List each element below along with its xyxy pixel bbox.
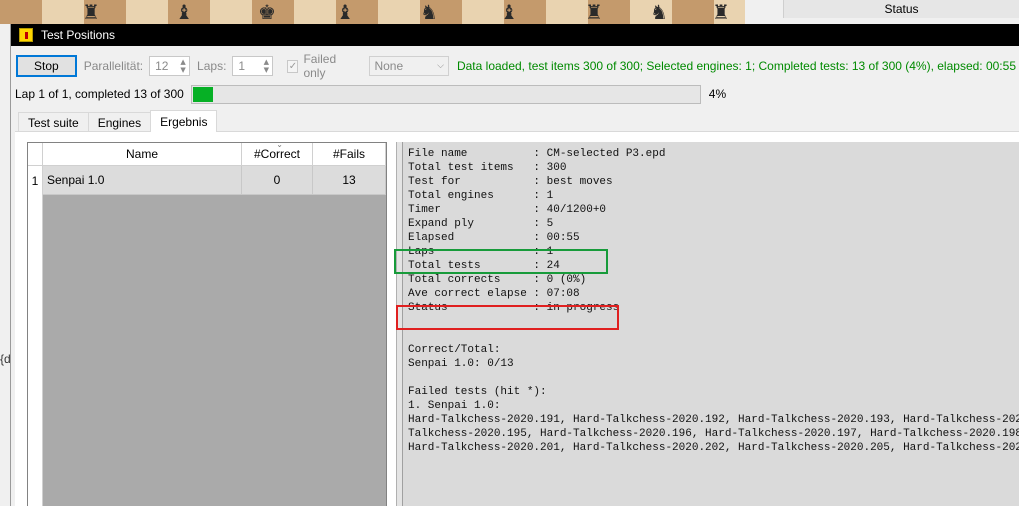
progress-percent: 4% — [708, 87, 727, 101]
grid-corner — [28, 143, 43, 166]
laps-spinbox[interactable]: 1 ▲ ▼ — [232, 56, 274, 76]
stop-button[interactable]: Stop — [16, 55, 77, 77]
status-message: Data loaded, test items 300 of 300; Sele… — [456, 59, 1016, 73]
spin-arrows-icon[interactable]: ▲ ▼ — [177, 57, 189, 75]
progress-fill — [192, 86, 214, 102]
chess-piece-icon: ♜ — [585, 0, 603, 24]
progress-bar — [190, 84, 701, 104]
window-title: Test Positions — [41, 28, 116, 42]
toolbar: Stop Parallelität: 12 ▲ ▼ Laps: 1 ▲ ▼ ✓ Fa… — [16, 52, 1016, 80]
parallel-spinbox[interactable]: 12 ▲ ▼ — [149, 56, 191, 76]
laps-label: Laps: — [197, 59, 227, 73]
parallel-value: 12 — [155, 59, 169, 73]
column-header-fails[interactable]: #Fails — [313, 143, 386, 166]
chevron-down-icon: ⌵ — [437, 61, 444, 71]
cell-engine-name[interactable]: Senpai 1.0 — [43, 166, 242, 195]
report-text: File name : CM-selected P3.epd Total tes… — [408, 148, 1019, 454]
results-grid: Name ⌄ #Correct #Fails 1 Senpai 1.0 0 13 — [27, 140, 387, 506]
progress-row: Lap 1 of 1, completed 13 of 300 4% — [15, 84, 1015, 104]
chess-piece-icon: ♝ — [336, 0, 354, 24]
column-header-name[interactable]: Name ⌄ — [43, 140, 283, 166]
tab-ergebnis[interactable]: Ergebnis — [150, 110, 218, 132]
failed-only-checkbox[interactable]: ✓ — [287, 59, 299, 73]
app-icon — [19, 28, 33, 42]
cell-correct[interactable]: 0 — [242, 166, 313, 195]
grid-row-header-strip — [28, 195, 43, 506]
background-left-edge-text: {d — [0, 352, 11, 366]
title-bar[interactable]: Test Positions — [11, 24, 1019, 46]
chess-piece-icon: ♜ — [82, 0, 100, 24]
combo-value: None — [374, 59, 404, 73]
tab-engines[interactable]: Engines — [87, 112, 152, 132]
tab-strip: Test suite Engines Ergebnis — [18, 110, 218, 132]
test-positions-window: Test Positions Stop Parallelität: 12 ▲ ▼ … — [10, 24, 1019, 506]
laps-value: 1 — [238, 59, 246, 73]
chess-piece-icon: ♝ — [500, 0, 518, 24]
chess-piece-icon: ♞ — [650, 0, 668, 24]
chess-piece-icon: ♜ — [712, 0, 730, 24]
spin-arrows-icon[interactable]: ▲ ▼ — [260, 57, 272, 75]
row-index: 1 — [28, 166, 43, 195]
cell-fails[interactable]: 13 — [313, 166, 386, 195]
ave-correct-elapse-highlight-box — [396, 305, 619, 330]
status-column-header: Status — [783, 0, 1019, 18]
parallel-label: Parallelität: — [83, 59, 144, 73]
table-row[interactable]: 1 Senpai 1.0 0 13 — [28, 166, 386, 195]
chess-piece-icon: ♝ — [175, 0, 193, 24]
tab-test-suite[interactable]: Test suite — [18, 112, 89, 132]
engine-filter-combo[interactable]: None ⌵ — [369, 56, 449, 76]
elapsed-highlight-box — [394, 249, 608, 274]
chess-piece-icon: ♞ — [420, 0, 438, 24]
chess-piece-icon: ♚ — [258, 0, 276, 24]
progress-label: Lap 1 of 1, completed 13 of 300 — [15, 87, 184, 101]
column-header-label: Name — [125, 147, 158, 161]
background-chess-board: ♜ ♝ ♚ ♝ ♞ ♝ ♜ ♞ ♜ — [0, 0, 745, 24]
failed-only-label: Failed only — [303, 52, 337, 80]
grid-header: Name ⌄ #Correct #Fails — [28, 140, 386, 166]
column-header-correct[interactable]: #Correct — [242, 143, 313, 166]
